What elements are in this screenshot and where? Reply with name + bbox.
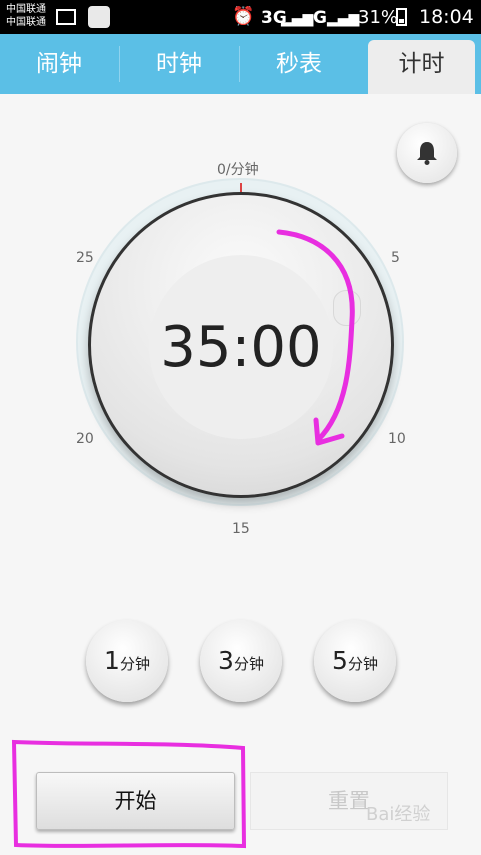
app-notification-icon xyxy=(88,6,110,28)
dial-label-20: 20 xyxy=(76,431,94,447)
preset-3-minute-button[interactable]: 3分钟 xyxy=(200,620,282,702)
dial-label-5: 5 xyxy=(391,250,400,266)
alarm-clock-icon: ⏰ xyxy=(232,6,255,27)
timer-display: 35:00 xyxy=(160,315,322,380)
dial-label-25: 25 xyxy=(76,250,94,266)
status-time: 18:04 xyxy=(419,6,474,28)
tab-clock[interactable]: 时钟 xyxy=(120,34,238,94)
dial-handle[interactable] xyxy=(333,290,361,326)
dial-label-10: 10 xyxy=(388,431,406,447)
watermark: Bai经验 xyxy=(366,804,431,825)
preset-5-minute-button[interactable]: 5分钟 xyxy=(314,620,396,702)
bell-icon xyxy=(417,142,437,165)
battery-percent: 31% xyxy=(358,7,399,28)
tab-alarm[interactable]: 闹钟 xyxy=(0,34,118,94)
tab-bar: 闹钟 时钟 秒表 计时 xyxy=(0,34,481,94)
ringtone-button[interactable] xyxy=(397,123,457,183)
dial-label-0: 0/分钟 xyxy=(217,162,259,178)
carrier-text: 中国联通 中国联通 xyxy=(6,3,46,29)
status-bar: 中国联通 中国联通 ⏰ 3G ▂▄▆ G ▂▄▆ 31% 18:04 xyxy=(0,0,481,34)
carrier-line-1: 中国联通 xyxy=(6,4,46,15)
preset-1-minute-button[interactable]: 1分钟 xyxy=(86,620,168,702)
image-notification-icon xyxy=(56,9,76,25)
start-button[interactable]: 开始 xyxy=(36,772,235,830)
network-g: G xyxy=(313,8,327,28)
signal-icon-2: ▂▄▆ xyxy=(327,11,360,27)
preset-unit: 分钟 xyxy=(347,655,378,673)
tab-timer[interactable]: 计时 xyxy=(368,40,475,94)
carrier-line-2: 中国联通 xyxy=(6,17,46,28)
tab-stopwatch[interactable]: 秒表 xyxy=(240,34,358,94)
dial-label-15: 15 xyxy=(232,521,250,537)
preset-unit: 分钟 xyxy=(233,655,264,673)
preset-number: 3 xyxy=(218,646,234,675)
signal-icon-1: ▂▄▆ xyxy=(281,11,314,27)
preset-number: 5 xyxy=(332,646,348,675)
battery-icon xyxy=(396,8,407,26)
preset-unit: 分钟 xyxy=(119,655,150,673)
preset-number: 1 xyxy=(104,646,120,675)
